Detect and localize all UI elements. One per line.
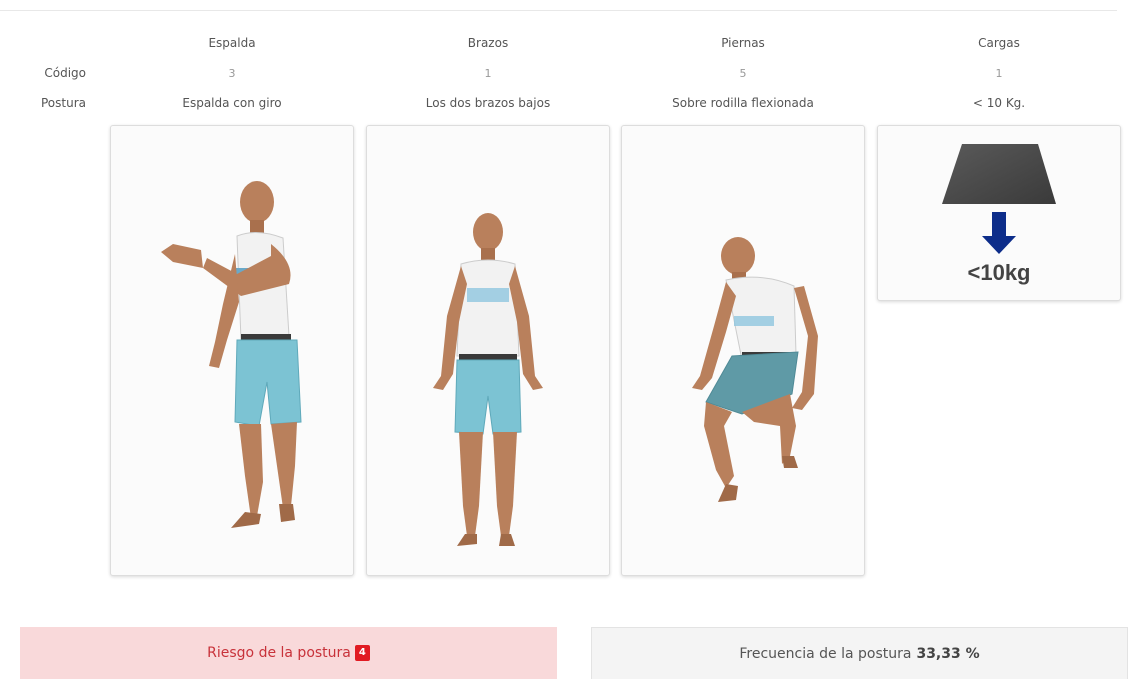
card-espalda — [110, 125, 354, 576]
column-header-cargas: Cargas — [978, 36, 1020, 50]
posture-piernas: Sobre rodilla flexionada — [672, 96, 814, 110]
figure-crouch-image — [692, 237, 818, 502]
column-header-piernas: Piernas — [721, 36, 765, 50]
card-brazos — [366, 125, 610, 576]
posture-brazos: Los dos brazos bajos — [425, 96, 551, 110]
frequency-label: Frecuencia de la postura — [739, 645, 912, 662]
posture-cargas: < 10 Kg. — [972, 96, 1026, 110]
card-piernas — [621, 125, 865, 576]
column-header-brazos: Brazos — [467, 36, 509, 50]
code-brazos: 1 — [484, 67, 492, 80]
posture-espalda: Espalda con giro — [182, 96, 282, 110]
frequency-value: 33,33 % — [916, 645, 980, 662]
card-cargas: <10kg — [877, 125, 1121, 301]
code-cargas: 1 — [995, 67, 1003, 80]
risk-badge: 4 — [354, 645, 370, 661]
column-header-espalda: Espalda — [208, 36, 256, 50]
load-weight-image: <10kg — [942, 144, 1056, 285]
row-label-posture: Postura — [41, 96, 86, 110]
top-divider — [0, 10, 1117, 11]
risk-panel: Riesgo de la postura 4 — [20, 627, 557, 679]
row-label-code: Código — [44, 66, 86, 80]
risk-label: Riesgo de la postura — [207, 645, 351, 661]
frequency-panel: Frecuencia de la postura 33,33 % — [591, 627, 1128, 679]
code-piernas: 5 — [739, 67, 747, 80]
figure-back-twist-image — [161, 181, 302, 528]
load-label: <10kg — [968, 260, 1031, 285]
figure-arms-down-image — [433, 213, 543, 546]
code-espalda: 3 — [228, 67, 236, 80]
